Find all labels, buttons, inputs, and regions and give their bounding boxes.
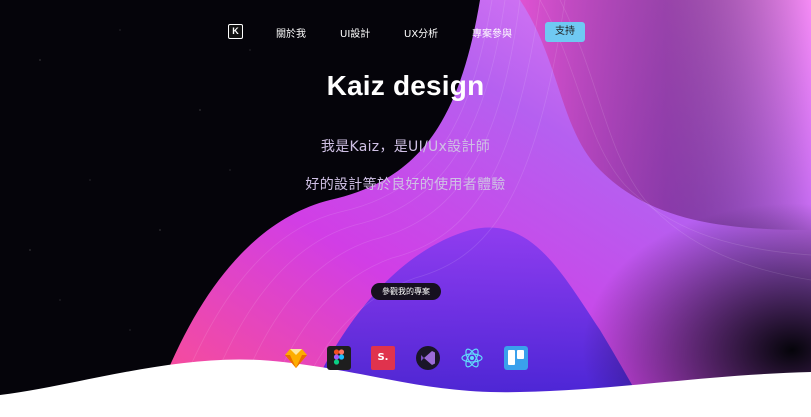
nav-item-projects[interactable]: 專案參與 (472, 25, 512, 40)
support-button[interactable]: 支持 (545, 22, 585, 42)
visual-studio-icon (416, 346, 440, 370)
logo[interactable]: K (228, 24, 243, 39)
view-projects-button[interactable]: 參觀我的專案 (371, 283, 441, 300)
hero-background (0, 0, 811, 417)
page-title: Kaiz design (326, 70, 485, 101)
hero-subtitle-2: 好的設計等於良好的使用者體驗 (305, 177, 506, 193)
figma-icon (327, 346, 351, 370)
sketch-icon (285, 349, 307, 368)
studio-icon: S. (371, 346, 395, 370)
trello-icon (504, 346, 528, 370)
nav-item-about[interactable]: 關於我 (276, 25, 306, 40)
nav-item-ui-design[interactable]: UI設計 (340, 25, 370, 40)
hero-subtitle-1: 我是Kaiz，是UI/Ux設計師 (320, 139, 491, 155)
nav-item-ux-analysis[interactable]: UX分析 (404, 25, 438, 40)
react-icon (461, 348, 483, 368)
top-nav: K 關於我 UI設計 UX分析 專案參與 支持 (0, 22, 811, 44)
